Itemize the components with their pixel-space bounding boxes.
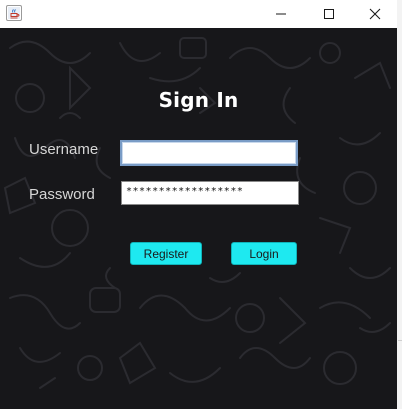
doodle-background (3, 37, 391, 389)
username-label: Username (29, 141, 99, 158)
page-title: Sign In (158, 88, 239, 112)
minimize-icon (275, 5, 287, 24)
maximize-icon (323, 5, 335, 24)
close-icon (369, 5, 381, 24)
register-button[interactable]: Register (130, 242, 202, 265)
close-button[interactable] (352, 0, 398, 28)
minimize-button[interactable] (258, 0, 304, 28)
desktop-edge-divider (398, 340, 402, 341)
sign-in-panel: Sign In Username Password **************… (0, 28, 397, 409)
java-app-icon (6, 5, 22, 21)
desktop-edge (397, 0, 402, 409)
maximize-button[interactable] (306, 0, 352, 28)
password-input[interactable]: ****************** (121, 181, 299, 205)
app-window: Sign In Username Password **************… (0, 0, 398, 409)
title-bar[interactable] (0, 0, 397, 28)
login-button[interactable]: Login (231, 242, 297, 265)
password-label: Password (29, 186, 95, 203)
username-input[interactable] (120, 140, 298, 166)
